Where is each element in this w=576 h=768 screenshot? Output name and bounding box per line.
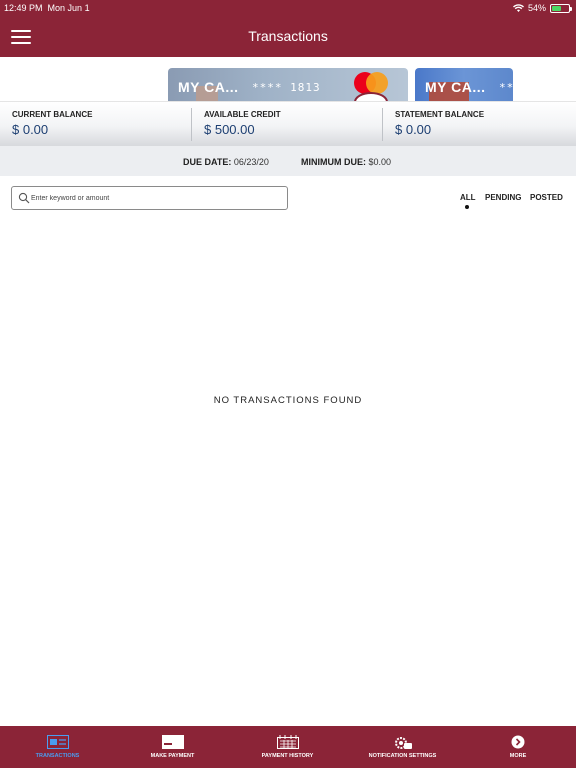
tab-notification-settings-label: NOTIFICATION SETTINGS bbox=[368, 753, 437, 759]
statement-balance-label: STATEMENT BALANCE bbox=[395, 110, 485, 119]
tab-more[interactable]: MORE bbox=[460, 726, 576, 768]
due-date-value: 06/23/20 bbox=[233, 157, 269, 167]
make-payment-icon bbox=[161, 735, 184, 749]
mastercard-icon bbox=[354, 72, 388, 94]
minimum-due: MINIMUM DUE: $0.00 bbox=[301, 157, 391, 167]
available-credit-label: AVAILABLE CREDIT bbox=[204, 110, 281, 119]
card-name: MY CA... bbox=[425, 79, 486, 95]
tab-bar: TRANSACTIONS MAKE PAYMENT PAYMENT HISTOR… bbox=[0, 726, 576, 768]
tab-payment-history-label: PAYMENT HISTORY bbox=[261, 753, 314, 759]
tab-transactions[interactable]: TRANSACTIONS bbox=[0, 726, 115, 768]
current-balance-label: CURRENT BALANCE bbox=[12, 110, 93, 119]
nav-bar: Transactions bbox=[0, 16, 576, 57]
page-title: Transactions bbox=[248, 28, 328, 44]
available-credit-value: $ 500.00 bbox=[204, 122, 255, 137]
status-bar: 12:49 PM Mon Jun 1 54% bbox=[0, 0, 576, 16]
empty-state-message: NO TRANSACTIONS FOUND bbox=[213, 395, 363, 406]
minimum-due-value: $0.00 bbox=[368, 157, 392, 167]
tab-payment-history[interactable]: PAYMENT HISTORY bbox=[230, 726, 345, 768]
filter-pending[interactable]: PENDING bbox=[485, 193, 521, 202]
battery-icon bbox=[550, 3, 572, 13]
card-name: MY CA... bbox=[178, 79, 239, 95]
balance-summary: CURRENT BALANCE $ 0.00 AVAILABLE CREDIT … bbox=[0, 101, 576, 146]
search-icon bbox=[18, 192, 30, 204]
current-balance: CURRENT BALANCE $ 0.00 bbox=[0, 102, 191, 147]
battery-percent: 54% bbox=[527, 3, 546, 13]
tab-more-label: MORE bbox=[509, 753, 527, 759]
status-time: 12:49 PM Mon Jun 1 bbox=[4, 3, 90, 13]
available-credit: AVAILABLE CREDIT $ 500.00 bbox=[192, 102, 382, 147]
current-balance-value: $ 0.00 bbox=[12, 122, 49, 137]
tab-make-payment-label: MAKE PAYMENT bbox=[150, 753, 195, 759]
notification-settings-icon bbox=[394, 737, 412, 749]
card-2[interactable]: MY CA... ** bbox=[415, 68, 513, 101]
more-icon bbox=[511, 735, 525, 749]
status-right: 54% bbox=[512, 3, 572, 13]
tab-make-payment[interactable]: MAKE PAYMENT bbox=[115, 726, 230, 768]
card-1[interactable]: MY CA... **** 1813 bbox=[168, 68, 408, 101]
due-date: DUE DATE: 06/23/20 bbox=[183, 157, 269, 167]
card-carousel[interactable]: MY CA... **** 1813 MY CA... ** bbox=[0, 57, 576, 101]
search-input[interactable] bbox=[31, 190, 281, 206]
search-field[interactable] bbox=[11, 186, 288, 210]
minimum-due-label: MINIMUM DUE: bbox=[301, 157, 366, 167]
transactions-icon bbox=[46, 735, 69, 749]
statement-balance: STATEMENT BALANCE $ 0.00 bbox=[383, 102, 576, 147]
filter-all[interactable]: ALL bbox=[460, 193, 476, 202]
status-clock: 12:49 PM bbox=[4, 3, 43, 13]
wifi-icon bbox=[512, 3, 524, 12]
payment-history-icon bbox=[276, 735, 299, 749]
filter-posted[interactable]: POSTED bbox=[530, 193, 563, 202]
filter-selected-indicator bbox=[465, 205, 469, 209]
tab-transactions-label: TRANSACTIONS bbox=[35, 753, 80, 759]
card-number: ** bbox=[499, 81, 513, 94]
tab-notification-settings[interactable]: NOTIFICATION SETTINGS bbox=[345, 726, 460, 768]
due-date-label: DUE DATE: bbox=[183, 157, 232, 167]
card-number: **** 1813 bbox=[252, 81, 321, 94]
status-date: Mon Jun 1 bbox=[47, 3, 90, 13]
due-info: DUE DATE: 06/23/20 MINIMUM DUE: $0.00 bbox=[0, 146, 576, 176]
statement-balance-value: $ 0.00 bbox=[395, 122, 432, 137]
